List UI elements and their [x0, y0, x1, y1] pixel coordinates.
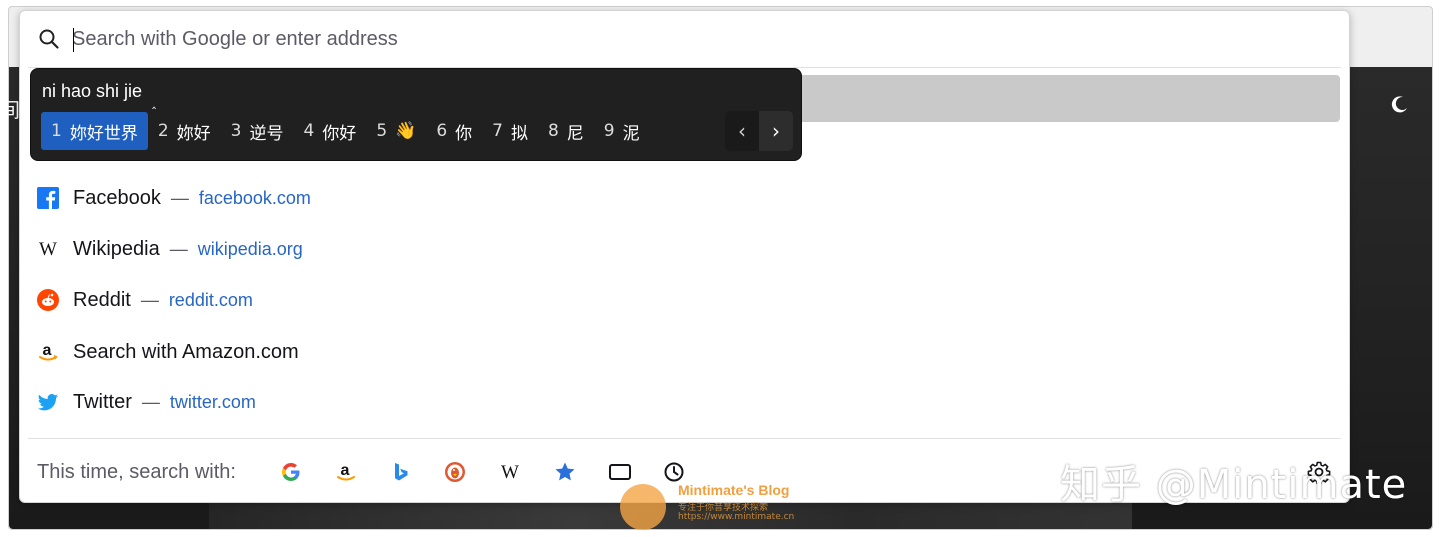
result-row-facebook[interactable]: Facebook — facebook.com	[28, 176, 1341, 220]
reddit-icon	[37, 289, 59, 311]
blog-watermark: Mintimate's Blog 专注于你音享技术探索 https://www.…	[620, 482, 840, 530]
result-url: reddit.com	[168, 289, 253, 310]
result-separator: —	[140, 289, 159, 310]
ime-candidate[interactable]: 6你	[426, 112, 482, 150]
ime-candidate[interactable]: 5 👋	[366, 112, 426, 150]
ime-candidate-number: 1	[51, 121, 62, 141]
ime-candidate-number: 2	[157, 121, 169, 141]
duckduckgo-icon[interactable]	[442, 459, 468, 485]
ime-candidate-text: 拟	[510, 123, 528, 144]
waving-hand-emoji: 👋	[395, 121, 417, 141]
search-icon	[39, 29, 59, 49]
ime-candidate[interactable]: 4 你好	[293, 112, 366, 150]
ime-page-nav: ‹ ›	[725, 111, 793, 151]
ime-candidate-text: 尼	[566, 123, 584, 144]
ime-candidate-number: 8	[547, 121, 559, 141]
blog-logo	[620, 484, 666, 530]
ime-preedit-cursor: ‸	[152, 95, 157, 109]
oneoff-label: This time, search with:	[37, 461, 236, 483]
ime-candidate-text: 泥	[622, 123, 640, 144]
wikipedia-icon: W	[37, 238, 59, 260]
blog-watermark-url: https://www.mintimate.cn	[678, 512, 795, 522]
urlbar	[20, 11, 1349, 67]
google-icon[interactable]	[278, 459, 304, 485]
ime-candidate-text: 妳好世界	[69, 123, 138, 144]
zhihu-watermark: 知乎 @Mintimate	[1060, 462, 1408, 508]
result-row-wikipedia[interactable]: W Wikipedia — wikipedia.org	[28, 227, 1341, 271]
wikipedia-icon[interactable]: W	[497, 459, 523, 485]
result-separator: —	[170, 187, 189, 208]
text-caret	[73, 28, 74, 52]
ime-candidate-text: 你	[455, 123, 473, 144]
amazon-icon[interactable]: a	[333, 459, 359, 485]
svg-text:a: a	[43, 342, 52, 359]
ime-candidate-text: 逆号	[249, 123, 284, 144]
ime-next-page-button[interactable]: ›	[759, 111, 793, 151]
result-row-twitter[interactable]: Twitter — twitter.com	[28, 380, 1341, 424]
result-title: Search with Amazon.com	[73, 340, 299, 363]
svg-text:W: W	[39, 239, 57, 260]
ime-candidate-number: 6	[436, 121, 448, 141]
svg-text:W: W	[501, 462, 519, 483]
page-left-glyph: 间	[0, 98, 20, 122]
ime-candidate-number: 4	[303, 121, 315, 141]
bookmarks-icon[interactable]	[552, 459, 578, 485]
amazon-icon: a	[37, 341, 59, 363]
url-input[interactable]	[72, 23, 1272, 55]
result-separator: —	[169, 238, 188, 259]
ime-candidate-text: 妳好	[176, 123, 211, 144]
ime-prev-page-button[interactable]: ‹	[725, 111, 759, 151]
ime-preedit-text: ni hao shi jie	[42, 81, 143, 101]
ime-candidate-text: 你好	[322, 123, 357, 144]
facebook-icon	[37, 187, 59, 209]
ime-candidate[interactable]: 7拟	[482, 112, 538, 150]
ime-candidate-popup: ni hao shi jie ‸ 1 妳好世界 2 妳好 3 逆号 4 你好 5 👋 6你…	[30, 68, 802, 161]
ime-candidate-number: 9	[603, 121, 615, 141]
ime-candidate-number: 7	[492, 121, 503, 141]
result-title: Wikipedia	[73, 237, 160, 260]
result-url: twitter.com	[169, 391, 256, 412]
ime-candidate-list: 1 妳好世界 2 妳好 3 逆号 4 你好 5 👋 6你 7拟 8尼 9泥	[41, 111, 650, 151]
result-row-amazon[interactable]: a Search with Amazon.com	[28, 330, 1341, 374]
ime-candidate[interactable]: 2 妳好	[148, 112, 221, 150]
ime-candidate[interactable]: 8尼	[538, 112, 594, 150]
result-title: Facebook	[73, 186, 161, 209]
bing-icon[interactable]	[388, 459, 414, 485]
moon-icon[interactable]	[1390, 94, 1410, 114]
ime-candidate[interactable]: 1 妳好世界	[41, 112, 148, 150]
result-separator: —	[141, 391, 160, 412]
result-title: Reddit	[73, 288, 131, 311]
result-title: Twitter	[73, 390, 132, 413]
ime-candidate-number: 3	[230, 121, 242, 141]
ime-candidate-number: 5	[376, 121, 388, 141]
ime-candidate[interactable]: 9泥	[594, 112, 650, 150]
ime-candidate[interactable]: 3 逆号	[221, 112, 294, 150]
svg-text:a: a	[341, 462, 350, 479]
result-url: wikipedia.org	[197, 238, 303, 259]
result-row-reddit[interactable]: Reddit — reddit.com	[28, 278, 1341, 322]
result-url: facebook.com	[198, 187, 311, 208]
blog-watermark-title: Mintimate's Blog	[678, 482, 790, 498]
twitter-icon	[37, 391, 59, 413]
